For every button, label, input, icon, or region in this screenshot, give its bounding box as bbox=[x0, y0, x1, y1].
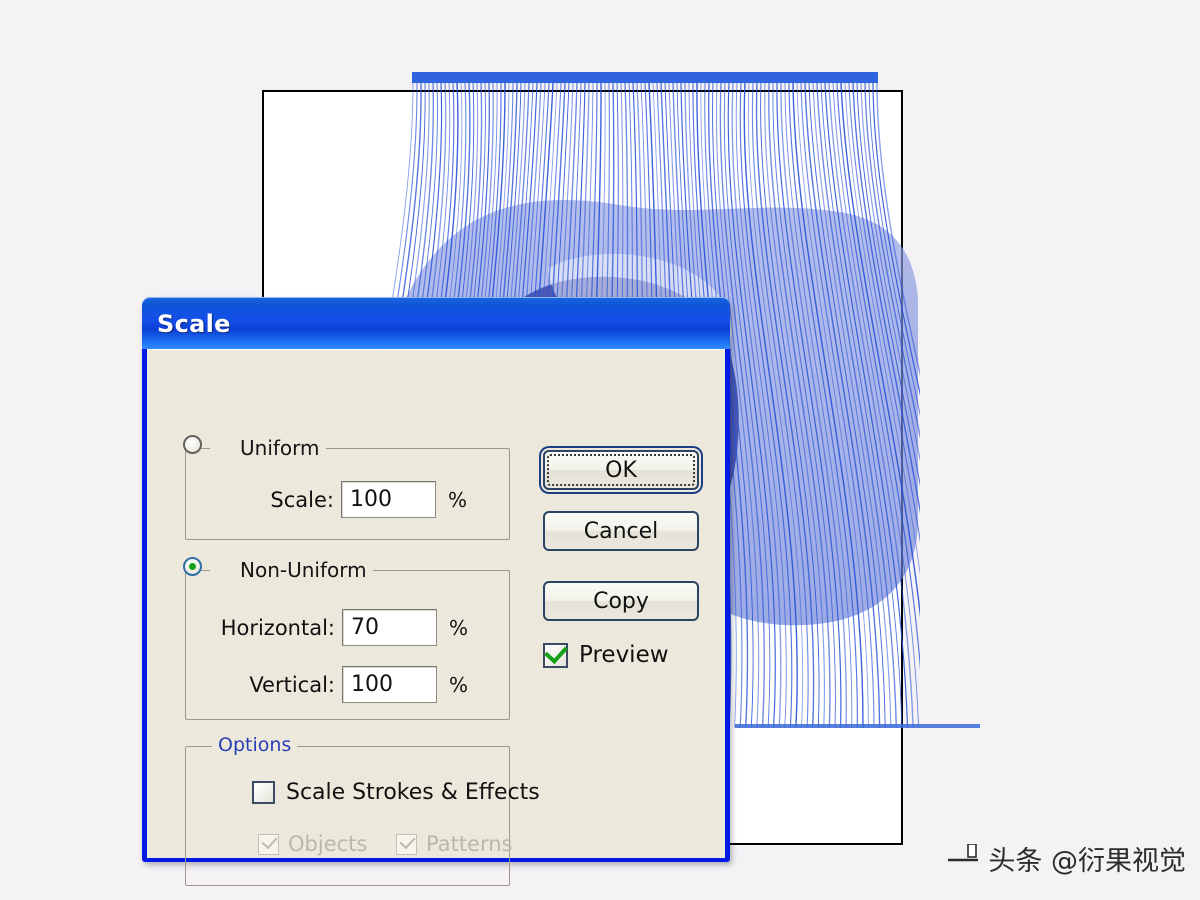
non-uniform-label: Non-Uniform bbox=[240, 558, 367, 582]
uniform-legend: Uniform bbox=[183, 435, 326, 460]
objects-label: Objects bbox=[288, 832, 368, 856]
patterns-checkbox: Patterns bbox=[396, 832, 513, 856]
uniform-label: Uniform bbox=[240, 436, 320, 460]
ok-button-label: OK bbox=[605, 457, 637, 483]
scale-percent-sign: % bbox=[448, 487, 468, 512]
vertical-percent-sign: % bbox=[449, 672, 469, 697]
checkbox-checked-icon bbox=[543, 639, 568, 668]
scale-input[interactable]: 100 bbox=[341, 481, 436, 518]
checkbox-icon bbox=[252, 781, 275, 804]
ok-button[interactable]: OK bbox=[543, 450, 699, 490]
horizontal-percent-sign: % bbox=[449, 615, 469, 640]
scale-label: Scale: bbox=[270, 487, 334, 512]
dialog-title: Scale bbox=[157, 310, 231, 338]
options-group: Options Scale Strokes & Effects Objects … bbox=[185, 734, 540, 886]
checkbox-checked-icon bbox=[396, 832, 417, 855]
checkbox-checked-icon bbox=[258, 832, 279, 855]
art-top-bar bbox=[412, 72, 878, 83]
preview-label: Preview bbox=[579, 642, 669, 668]
vertical-field-row: Vertical: 100 % bbox=[220, 666, 468, 703]
options-legend: Options bbox=[212, 734, 298, 756]
preview-checkbox[interactable]: Preview bbox=[543, 639, 669, 668]
non-uniform-group: Non-Uniform Horizontal: 70 % Vertical: 1… bbox=[183, 557, 510, 720]
cancel-button-label: Cancel bbox=[583, 518, 659, 544]
uniform-radio[interactable] bbox=[183, 435, 202, 454]
copy-button[interactable]: Copy bbox=[543, 581, 699, 621]
horizontal-input[interactable]: 70 bbox=[342, 609, 437, 646]
horizontal-field-row: Horizontal: 70 % bbox=[220, 609, 468, 646]
dialog-body: Uniform Scale: 100 % Non-Uniform Horizon… bbox=[147, 349, 725, 886]
vertical-input[interactable]: 100 bbox=[342, 666, 437, 703]
non-uniform-radio[interactable] bbox=[183, 557, 202, 576]
watermark-text: 头条 @衍果视觉 bbox=[988, 846, 1186, 877]
watermark: 头条 @衍果视觉 bbox=[948, 839, 1186, 878]
non-uniform-legend: Non-Uniform bbox=[183, 557, 373, 582]
objects-checkbox: Objects bbox=[258, 832, 367, 856]
horizontal-label: Horizontal: bbox=[220, 615, 335, 640]
cancel-button[interactable]: Cancel bbox=[543, 511, 699, 551]
dialog-titlebar[interactable]: Scale bbox=[142, 297, 730, 349]
patterns-label: Patterns bbox=[426, 832, 513, 856]
uniform-group: Uniform Scale: 100 % bbox=[183, 435, 510, 540]
scale-strokes-effects-checkbox[interactable]: Scale Strokes & Effects bbox=[252, 780, 540, 805]
scale-dialog[interactable]: Scale Uniform Scale: 100 % Non-Uniform H… bbox=[142, 297, 730, 886]
scale-field-row: Scale: 100 % bbox=[252, 481, 467, 518]
vertical-label: Vertical: bbox=[249, 672, 335, 697]
copy-button-label: Copy bbox=[593, 588, 649, 614]
scale-strokes-effects-label: Scale Strokes & Effects bbox=[286, 780, 540, 805]
toutiao-logo-icon bbox=[948, 842, 982, 874]
